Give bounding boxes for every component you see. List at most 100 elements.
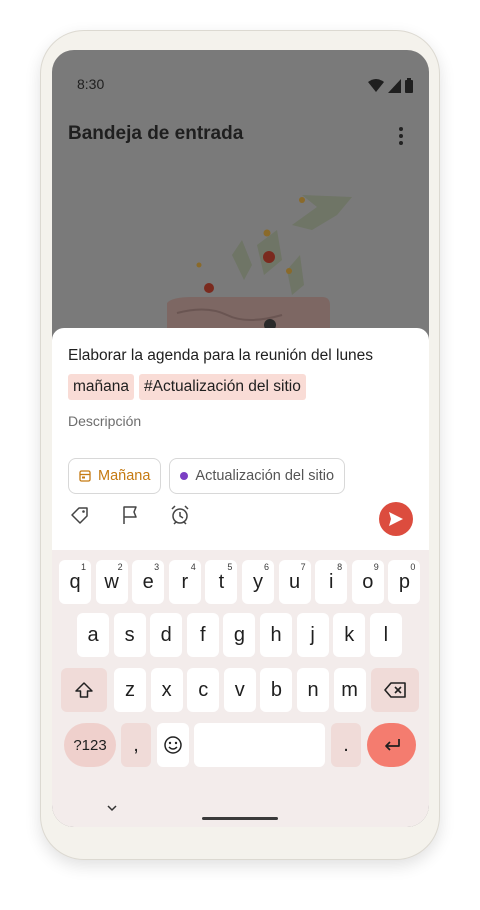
key-label: v: [234, 678, 245, 701]
key-t[interactable]: t5: [205, 560, 238, 604]
key-h[interactable]: h: [260, 613, 292, 657]
key-p[interactable]: p0: [388, 560, 421, 604]
key-g[interactable]: g: [223, 613, 256, 657]
key-c[interactable]: c: [187, 668, 220, 712]
key-l[interactable]: l: [369, 613, 402, 657]
shift-icon: [75, 682, 93, 698]
key-number-hint: 1: [80, 562, 86, 572]
key-b[interactable]: b: [260, 668, 293, 712]
key-i[interactable]: i8: [315, 560, 348, 604]
key-label: y: [253, 570, 263, 593]
key-label: f: [200, 623, 206, 646]
backspace-icon: [384, 682, 406, 698]
wifi-icon: [368, 78, 384, 92]
backspace-key[interactable]: [371, 668, 419, 712]
key-v[interactable]: v: [223, 668, 256, 712]
key-q[interactable]: q1: [59, 560, 91, 604]
key-label: d: [160, 623, 172, 646]
enter-key[interactable]: [367, 723, 416, 767]
due-date-chip[interactable]: Mañana: [68, 458, 162, 494]
key-s[interactable]: s: [113, 613, 146, 657]
key-label: h: [270, 623, 282, 646]
key-label: b: [270, 678, 282, 701]
key-o[interactable]: o9: [351, 560, 384, 604]
key-k[interactable]: k: [333, 613, 366, 657]
key-n[interactable]: n: [297, 668, 329, 712]
key-number-hint: 3: [154, 562, 160, 572]
key-label: p: [398, 570, 410, 593]
key-number-hint: 8: [337, 562, 343, 572]
key-number-hint: 4: [190, 562, 196, 572]
task-tokens: mañana #Actualización del sitio: [68, 374, 306, 400]
task-attribute-chips: Mañana Actualización del sitio: [68, 458, 346, 494]
key-label: a: [87, 623, 99, 646]
key-w[interactable]: w2: [95, 560, 128, 604]
project-chip[interactable]: Actualización del sitio: [169, 458, 346, 494]
priority-flag-icon[interactable]: [118, 503, 142, 527]
status-icons: [368, 78, 413, 93]
key-e[interactable]: e3: [132, 560, 165, 604]
send-button[interactable]: [379, 502, 413, 536]
key-label: w: [104, 570, 119, 593]
key-u[interactable]: u7: [278, 560, 311, 604]
description-field[interactable]: Descripción: [68, 413, 141, 429]
key-label: t: [218, 570, 225, 593]
key-label: c: [198, 678, 209, 701]
gesture-home-bar[interactable]: [202, 817, 278, 820]
key-label: e: [142, 570, 154, 593]
task-title-input[interactable]: Elaborar la agenda para la reunión del l…: [68, 347, 373, 365]
key-x[interactable]: x: [150, 668, 183, 712]
shift-key[interactable]: [61, 668, 107, 712]
key-number-hint: 7: [300, 562, 306, 572]
more-options-icon[interactable]: [393, 124, 409, 148]
project-color-dot: [180, 472, 189, 480]
reminder-alarm-icon[interactable]: [168, 503, 192, 527]
keyboard-row-1: q1w2e3r4t5y6u7i8o9p0: [52, 560, 429, 604]
key-d[interactable]: d: [150, 613, 183, 657]
key-label: g: [233, 623, 245, 646]
phone-screen: 8:30 Bandeja de entrada Elaborar la agen…: [52, 50, 429, 827]
space-bar[interactable]: [194, 723, 325, 767]
comma-key[interactable]: ,: [121, 723, 151, 767]
key-m[interactable]: m: [333, 668, 366, 712]
key-j[interactable]: j: [296, 613, 329, 657]
key-label: z: [125, 678, 135, 701]
key-y[interactable]: y6: [242, 560, 274, 604]
project-chip-label: Actualización del sitio: [195, 468, 335, 484]
project-token[interactable]: #Actualización del sitio: [139, 374, 306, 400]
keyboard-row-3: z x c v b nm: [52, 668, 429, 712]
symbols-key[interactable]: ?123: [64, 723, 116, 767]
due-date-chip-label: Mañana: [98, 468, 151, 484]
status-time: 8:30: [77, 76, 105, 92]
key-label: x: [161, 678, 172, 701]
calendar-icon: [79, 470, 91, 482]
keyboard-row-2: a s d f g hjk l: [52, 613, 429, 657]
key-f[interactable]: f: [186, 613, 219, 657]
key-label: k: [344, 623, 355, 646]
key-label: n: [307, 678, 319, 701]
key-label: r: [181, 570, 189, 593]
hide-keyboard-chevron-icon[interactable]: [104, 800, 120, 816]
status-bar: 8:30: [52, 50, 429, 116]
emoji-key[interactable]: [157, 723, 189, 767]
inbox-illustration: [167, 195, 352, 345]
task-action-bar: [68, 503, 192, 527]
send-icon: [389, 512, 403, 526]
key-a[interactable]: a: [77, 613, 109, 657]
key-label: u: [289, 570, 301, 593]
signal-icon: [388, 78, 401, 93]
period-key[interactable]: .: [331, 723, 361, 767]
key-label: i: [328, 570, 334, 593]
key-label: m: [341, 678, 358, 701]
key-label: l: [383, 623, 389, 646]
key-number-hint: 9: [373, 562, 379, 572]
label-icon[interactable]: [68, 503, 92, 527]
key-r[interactable]: r4: [168, 560, 201, 604]
key-label: s: [124, 623, 135, 646]
key-label: q: [69, 570, 81, 593]
key-number-hint: 0: [410, 562, 416, 572]
date-token[interactable]: mañana: [68, 374, 135, 400]
key-number-hint: 6: [263, 562, 269, 572]
key-z[interactable]: z: [114, 668, 146, 712]
key-label: o: [362, 570, 374, 593]
